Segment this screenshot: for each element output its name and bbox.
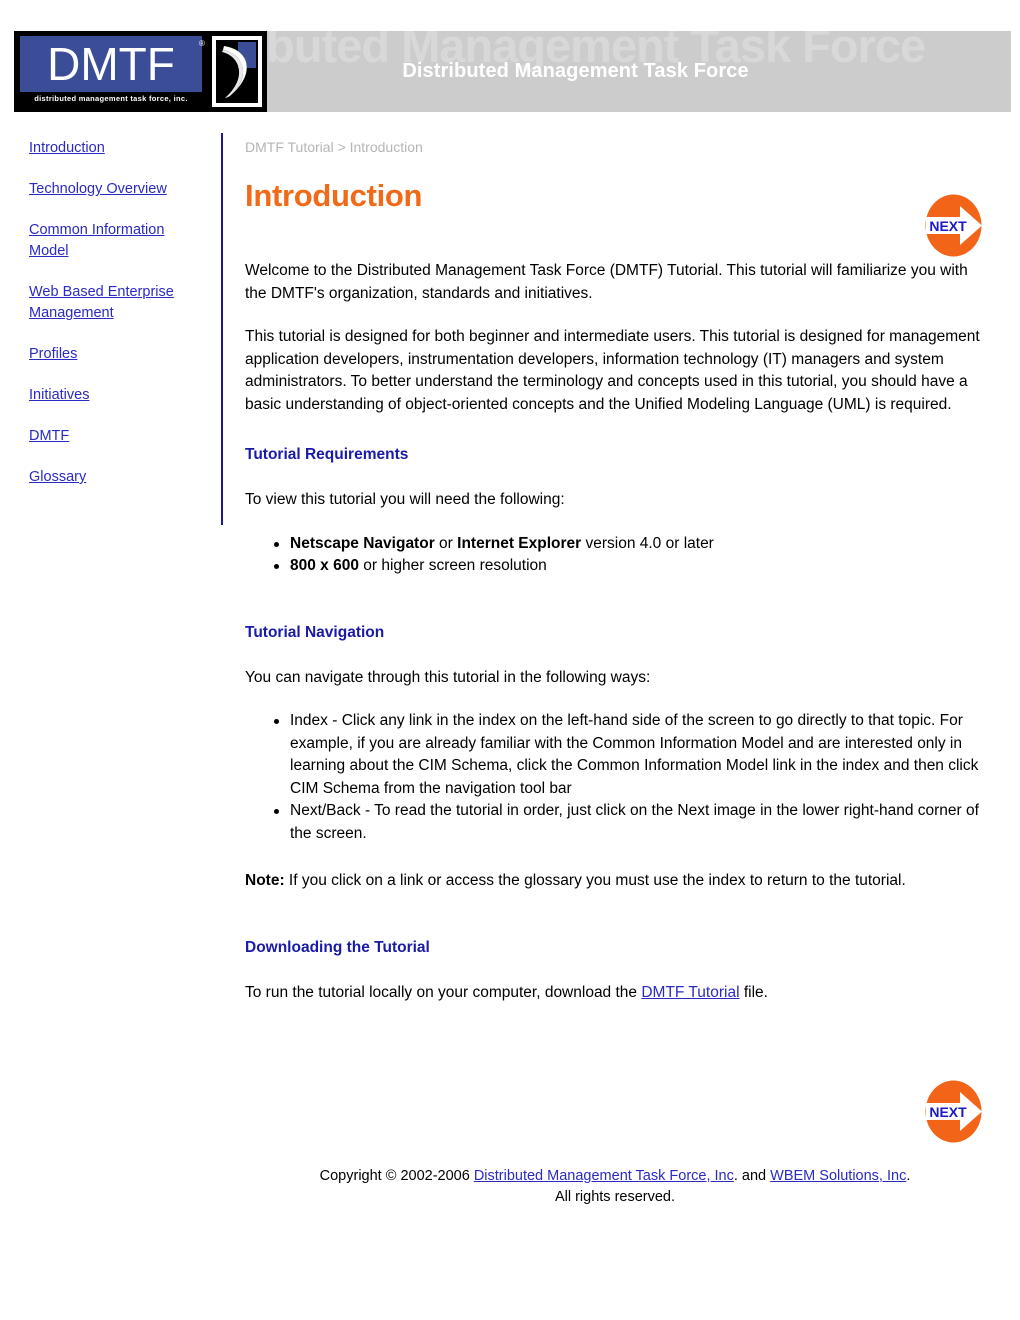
sidebar-link-dmtf[interactable]: DMTF	[29, 426, 204, 447]
requirement-resolution: 800 x 600	[290, 557, 359, 574]
note-paragraph: Note: If you click on a link or access t…	[245, 870, 985, 893]
main-content: DMTF Tutorial > Introduction Introductio…	[245, 138, 985, 1025]
requirement-browser-a: Netscape Navigator	[290, 534, 435, 552]
sidebar-item-profiles[interactable]: Profiles	[0, 344, 222, 365]
rights-line: All rights reserved.	[554, 1189, 676, 1205]
list-item: Next/Back - To read the tutorial in orde…	[274, 800, 985, 845]
sidebar-link-profiles[interactable]: Profiles	[29, 344, 204, 365]
copyright-suffix: .	[906, 1168, 911, 1184]
copyright-line: Copyright © 2002-2006 Distributed Manage…	[245, 1166, 985, 1187]
site-header: Distributed Management Task Force Distri…	[0, 0, 1020, 128]
sidebar-divider	[221, 133, 223, 525]
sidebar-link-common-information-model[interactable]: Common Information Model	[29, 220, 204, 262]
download-tail: file.	[739, 983, 768, 1001]
sidebar-link-glossary[interactable]: Glossary	[29, 467, 204, 488]
dmtf-swoosh-mark-icon	[212, 36, 262, 107]
dmtf-tutorial-download-link[interactable]: DMTF Tutorial	[641, 984, 739, 1001]
swoosh-icon	[216, 40, 258, 103]
banner-title: Distributed Management Task Force	[402, 60, 749, 82]
sidebar-link-technology-overview[interactable]: Technology Overview	[29, 179, 204, 200]
sidebar-item-web-based-enterprise-management[interactable]: Web Based Enterprise Management	[0, 282, 222, 324]
footer: Copyright © 2002-2006 Distributed Manage…	[245, 1166, 985, 1208]
sidebar-item-common-information-model[interactable]: Common Information Model	[0, 220, 222, 262]
next-button-label: NEXT	[929, 1104, 967, 1120]
sidebar-item-glossary[interactable]: Glossary	[0, 467, 222, 488]
requirements-heading: Tutorial Requirements	[245, 446, 409, 463]
registered-trademark-icon: ®	[199, 39, 205, 48]
list-item: Index - Click any link in the index on t…	[274, 710, 985, 800]
download-lead: To run the tutorial locally on your comp…	[245, 983, 642, 1001]
audience-paragraph: This tutorial is designed for both begin…	[245, 328, 980, 413]
list-item: Netscape Navigator or Internet Explorer …	[274, 533, 985, 556]
intro-paragraph: Welcome to the Distributed Management Ta…	[245, 262, 968, 302]
note-label: Note:	[245, 872, 285, 889]
sidebar-item-dmtf[interactable]: DMTF	[0, 426, 222, 447]
requirements-lead: To view this tutorial you will need the …	[245, 491, 565, 508]
sidebar-link-web-based-enterprise-management[interactable]: Web Based Enterprise Management	[29, 282, 204, 324]
logo-wordmark-text: DMTF	[47, 38, 175, 90]
note-text: If you click on a link or access the glo…	[284, 872, 906, 889]
navigation-lead: You can navigate through this tutorial i…	[245, 668, 651, 686]
requirement-resolution-tail: or higher screen resolution	[358, 557, 547, 574]
dmtf-swoosh-inner	[216, 40, 258, 103]
header-banner: Distributed Management Task Force Distri…	[140, 31, 1011, 112]
sidebar-item-initiatives[interactable]: Initiatives	[0, 385, 222, 406]
sidebar-link-introduction[interactable]: Introduction	[29, 138, 204, 159]
requirement-mid: or	[434, 534, 458, 552]
copyright-prefix: Copyright © 2002-2006	[319, 1168, 474, 1184]
download-heading: Downloading the Tutorial	[245, 938, 430, 956]
list-item: 800 x 600 or higher screen resolution	[274, 555, 985, 578]
requirements-list: Netscape Navigator or Internet Explorer …	[245, 533, 985, 578]
sidebar-nav: Introduction Technology Overview Common …	[0, 138, 222, 508]
navigation-heading: Tutorial Navigation	[245, 623, 385, 641]
logo-tagline: distributed management task force, inc.	[34, 94, 188, 103]
footer-link-dmtf[interactable]: Distributed Management Task Force, Inc	[474, 1168, 734, 1184]
sidebar-item-technology-overview[interactable]: Technology Overview	[0, 179, 222, 200]
dmtf-logo: DMTF ® distributed management task force…	[14, 31, 267, 112]
navigation-list: Index - Click any link in the index on t…	[245, 710, 985, 845]
requirement-browser-b: Internet Explorer	[457, 534, 582, 552]
page-title: Introduction	[245, 178, 423, 213]
requirement-version: version 4.0 or later	[581, 534, 714, 552]
next-button-bottom[interactable]: NEXT	[920, 1078, 987, 1150]
copyright-between: . and	[733, 1168, 771, 1184]
sidebar-item-introduction[interactable]: Introduction	[0, 138, 222, 159]
footer-link-wbem[interactable]: WBEM Solutions, Inc	[770, 1168, 906, 1184]
download-paragraph: To run the tutorial locally on your comp…	[245, 982, 985, 1005]
logo-wordmark-plate: DMTF	[20, 36, 202, 92]
breadcrumb: DMTF Tutorial > Introduction	[245, 139, 423, 155]
next-arrow-icon[interactable]: NEXT	[920, 1078, 987, 1145]
sidebar-link-initiatives[interactable]: Initiatives	[29, 385, 204, 406]
